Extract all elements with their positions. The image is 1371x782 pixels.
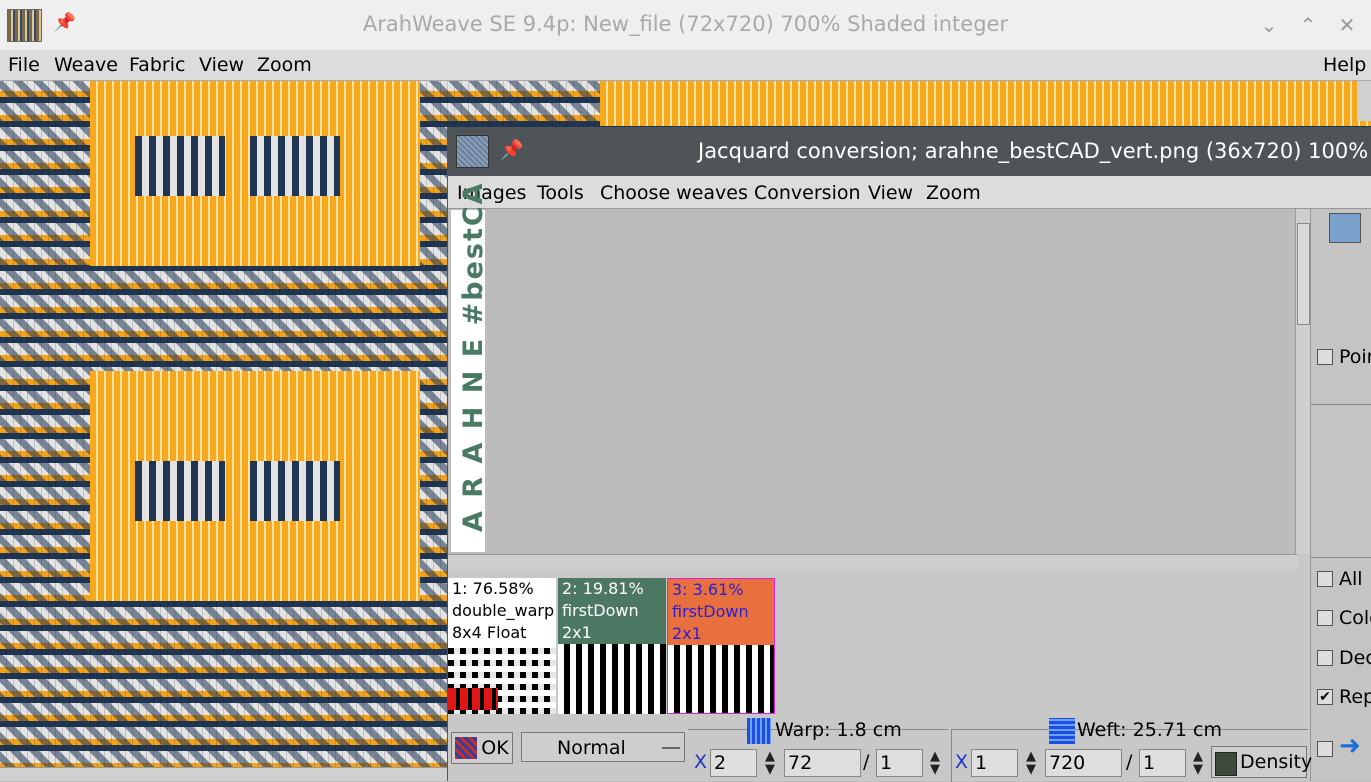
- checkbox-colors[interactable]: [1317, 610, 1333, 626]
- checkbox-apply[interactable]: [1317, 741, 1333, 757]
- dropdown-indicator-icon: [662, 747, 680, 749]
- checkbox-repeat[interactable]: ✔: [1317, 689, 1333, 705]
- menu-fabric[interactable]: Fabric: [129, 54, 185, 76]
- menu-tools[interactable]: Tools: [537, 182, 584, 204]
- weave-pattern-red-area: [448, 688, 498, 710]
- weave-cutout: [250, 461, 340, 521]
- weave-cutout: [135, 136, 225, 196]
- checkbox-dec-label: Dec: [1339, 647, 1371, 669]
- close-button[interactable]: ✕: [1334, 12, 1360, 38]
- menu-view[interactable]: View: [199, 54, 244, 76]
- weft-divisor-spinner[interactable]: ▲ ▼: [1190, 750, 1206, 776]
- weave-card-1[interactable]: 1: 76.58% double_warp 8x4 Float 3,3: [448, 578, 556, 714]
- weft-icon: [1049, 718, 1075, 744]
- checkbox-dec[interactable]: [1317, 650, 1333, 666]
- arrow-right-icon[interactable]: ➜: [1339, 733, 1361, 759]
- weft-x-label: X: [955, 751, 969, 773]
- weave-card-3-selected[interactable]: 3: 3.61% firstDown 2x1: [667, 578, 775, 714]
- weft-repeat-spinner[interactable]: ▲ ▼: [1023, 750, 1039, 776]
- weave-name: double_warp: [452, 601, 555, 620]
- weave-percent: 3: 3.61%: [672, 580, 744, 599]
- maximize-button[interactable]: ⌃: [1295, 12, 1321, 38]
- canvas-horizontal-scrollbar[interactable]: [448, 554, 1298, 569]
- minimize-button[interactable]: ⌄: [1256, 12, 1282, 38]
- weave-info: 2x1: [562, 623, 592, 642]
- menu-file[interactable]: File: [8, 54, 40, 76]
- density-button[interactable]: Density: [1211, 746, 1312, 778]
- image-canvas[interactable]: [448, 209, 1297, 554]
- source-image: A R A H N E #bestCA: [451, 181, 489, 552]
- weave-percent: 2: 19.81%: [562, 579, 644, 598]
- warp-label: Warp: 1.8 cm: [775, 719, 902, 741]
- warp-x-label: X: [694, 751, 708, 773]
- dialog-title-bar: 📌 Jacquard conversion; arahne_bestCAD_ve…: [448, 127, 1371, 176]
- pin-icon[interactable]: 📌: [500, 138, 524, 161]
- weave-name: firstDown: [672, 602, 749, 621]
- weave-percent: 1: 76.58%: [452, 579, 534, 598]
- mode-select[interactable]: Normal: [521, 732, 685, 762]
- checkbox-all-label: All: [1339, 568, 1363, 590]
- weave-name: firstDown: [562, 601, 639, 620]
- ok-label: OK: [481, 737, 509, 759]
- checkbox-point[interactable]: [1317, 349, 1333, 365]
- dialog-menu-bar: Images Tools Choose weaves Conversion Vi…: [448, 176, 1371, 209]
- warp-divisor-spinner[interactable]: ▲ ▼: [927, 750, 943, 776]
- warp-divisor-input[interactable]: 1: [876, 749, 923, 777]
- weave-cutout: [135, 461, 225, 521]
- menu-zoom[interactable]: Zoom: [926, 182, 981, 204]
- weft-count-input[interactable]: 720: [1045, 749, 1122, 777]
- canvas-vertical-scrollbar[interactable]: [1295, 209, 1310, 554]
- weave-pattern-preview: [558, 644, 666, 714]
- menu-help[interactable]: Help: [1323, 54, 1366, 76]
- checkbox-colors-label: Colo: [1339, 607, 1371, 629]
- weave-pattern-preview: [668, 645, 774, 713]
- orange-yarn-block: [600, 81, 1371, 126]
- weft-label: Weft: 25.71 cm: [1077, 719, 1222, 741]
- weave-card-2[interactable]: 2: 19.81% firstDown 2x1: [558, 578, 666, 714]
- checkbox-point-label: Poir: [1339, 346, 1371, 368]
- ok-button[interactable]: OK: [451, 732, 513, 764]
- main-window-title: ArahWeave SE 9.4p: New_file (72x720) 700…: [362, 12, 1009, 36]
- menu-conversion[interactable]: Conversion: [754, 182, 861, 204]
- divider: [1311, 557, 1371, 558]
- weft-divisor-input[interactable]: 1: [1139, 749, 1186, 777]
- warp-repeat-spinner[interactable]: ▲ ▼: [762, 750, 778, 776]
- calculator-icon: [1215, 752, 1237, 776]
- menu-view[interactable]: View: [868, 182, 913, 204]
- menu-weave[interactable]: Weave: [54, 54, 118, 76]
- main-horizontal-scrollbar[interactable]: [0, 767, 447, 781]
- scrollbar-thumb[interactable]: [1297, 223, 1310, 325]
- warp-count-input[interactable]: 72: [784, 749, 861, 777]
- divider: [1311, 404, 1371, 405]
- menu-zoom[interactable]: Zoom: [257, 54, 312, 76]
- main-title-bar: 📌 ArahWeave SE 9.4p: New_file (72x720) 7…: [0, 0, 1371, 50]
- checkbox-all[interactable]: [1317, 571, 1333, 587]
- mode-value: Normal: [557, 737, 626, 759]
- weave-info: 2x1: [672, 624, 702, 643]
- options-panel: Poir All Colo Dec ✔ Rep ➜: [1310, 209, 1371, 781]
- weave-pattern-preview: [448, 644, 556, 714]
- dialog-title: Jacquard conversion; arahne_bestCAD_vert…: [698, 139, 1371, 163]
- jacquard-conversion-dialog: 📌 Jacquard conversion; arahne_bestCAD_ve…: [447, 127, 1371, 782]
- dialog-app-icon: [456, 135, 489, 168]
- weft-slash: /: [1126, 751, 1133, 773]
- open-folder-icon[interactable]: [1329, 213, 1361, 243]
- source-image-text: A R A H N E #bestCA: [458, 181, 489, 532]
- menu-choose-weaves[interactable]: Choose weaves: [600, 182, 748, 204]
- weft-repeat-input[interactable]: 1: [971, 749, 1018, 777]
- warp-icon: [747, 718, 771, 744]
- dimension-controls: OK Normal Warp: 1.8 cm X 2 ▲ ▼ 72 / 1 ▲ ▼ …: [448, 714, 1312, 782]
- weave-icon: [455, 737, 477, 759]
- density-label: Density: [1240, 751, 1313, 773]
- weave-cutout: [250, 136, 340, 196]
- warp-slash: /: [863, 751, 870, 773]
- warp-repeat-input[interactable]: 2: [710, 749, 757, 777]
- checkbox-repeat-label: Rep: [1339, 686, 1371, 708]
- main-vertical-scrollbar[interactable]: [1357, 81, 1371, 121]
- main-menu-bar: File Weave Fabric View Zoom Help: [0, 50, 1371, 81]
